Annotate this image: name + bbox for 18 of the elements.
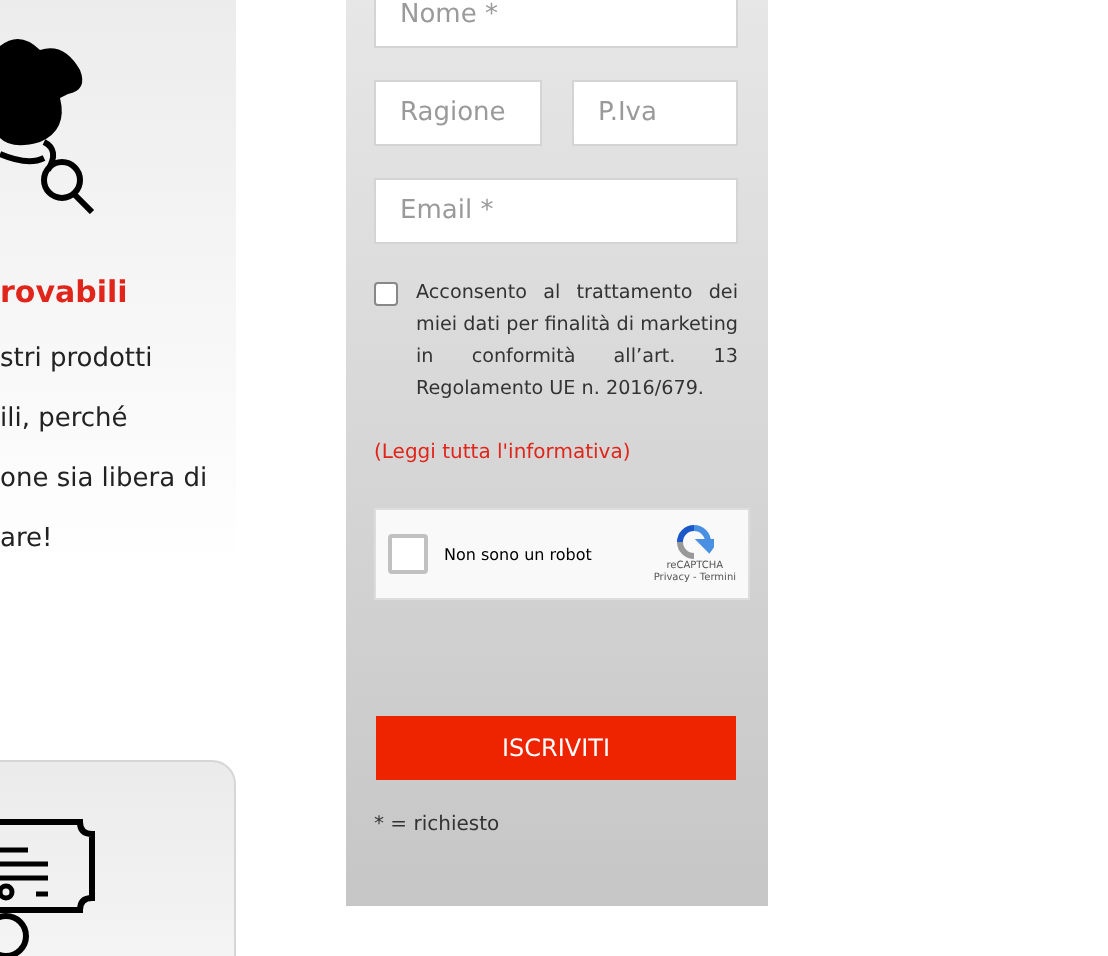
feature-text-line: are! [0, 522, 55, 558]
feature-text-line: ili, perché [0, 402, 130, 438]
captcha-checkbox[interactable] [388, 534, 428, 574]
company-field[interactable]: Ragione [374, 80, 542, 146]
vat-field[interactable]: P.Iva [572, 80, 738, 146]
email-field[interactable]: Email * [374, 178, 738, 244]
certificate-icon [0, 818, 100, 956]
subscribe-button[interactable]: ISCRIVITI [376, 716, 736, 780]
consent-text: Acconsento al trattamento dei miei dati per finalità di marketing in conformità all’art. 13 Regolamento UE n. 2016/679. [416, 280, 738, 404]
name-field[interactable]: Nome * [374, 0, 738, 48]
captcha-logo-icon [674, 524, 715, 560]
feature-text-line: one sia libera di [0, 462, 210, 498]
policy-link[interactable]: (Leggi tutta l'informativa) [374, 442, 740, 464]
captcha-label: Non sono un robot [444, 545, 594, 563]
required-note: * = richiesto [374, 814, 502, 836]
feature-text-line: stri prodotti [0, 342, 155, 378]
consent-checkbox[interactable] [374, 282, 398, 306]
feature-title: rovabili [0, 274, 130, 310]
